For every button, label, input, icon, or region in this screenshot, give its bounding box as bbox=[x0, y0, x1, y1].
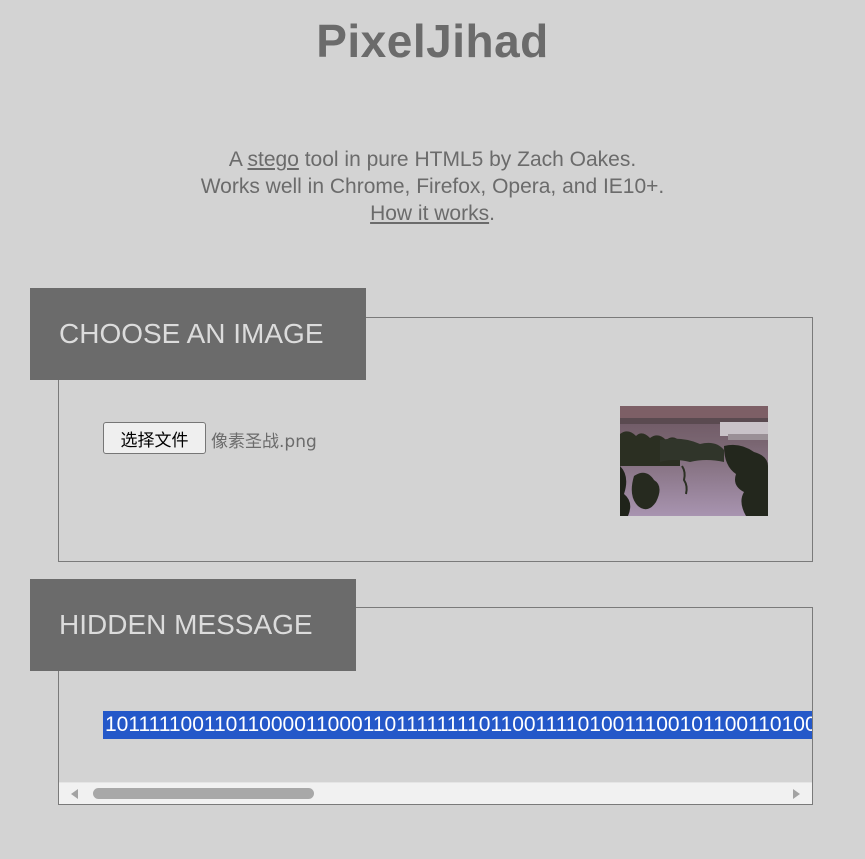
hidden-message-heading: HIDDEN MESSAGE bbox=[30, 579, 356, 671]
choose-image-heading-text: CHOOSE AN IMAGE bbox=[59, 318, 324, 349]
page: PixelJihad A stego tool in pure HTML5 by… bbox=[0, 0, 865, 859]
intro-line-1-suffix: tool in pure HTML5 by Zach Oakes. bbox=[298, 148, 637, 171]
hidden-message-text[interactable]: 1011111001101100001100011011111111011001… bbox=[103, 711, 812, 739]
intro-line-3: How it works. bbox=[0, 200, 865, 227]
intro-line-1: A stego tool in pure HTML5 by Zach Oakes… bbox=[0, 146, 865, 173]
choose-file-button[interactable]: 选择文件 bbox=[103, 422, 206, 454]
intro-line-3-suffix: . bbox=[489, 202, 495, 225]
intro-text: A stego tool in pure HTML5 by Zach Oakes… bbox=[0, 146, 865, 227]
image-preview-graphic bbox=[620, 406, 768, 516]
selected-file-name: 像素圣战.png bbox=[211, 432, 317, 452]
hidden-message-heading-text: HIDDEN MESSAGE bbox=[59, 609, 313, 640]
how-it-works-link[interactable]: How it works bbox=[370, 202, 489, 225]
stego-link[interactable]: stego bbox=[248, 148, 299, 171]
choose-image-heading: CHOOSE AN IMAGE bbox=[30, 288, 366, 380]
scroll-right-arrow-icon[interactable] bbox=[793, 789, 800, 799]
horizontal-scrollbar[interactable] bbox=[59, 782, 812, 804]
intro-line-2: Works well in Chrome, Firefox, Opera, an… bbox=[200, 175, 665, 198]
image-preview-thumbnail bbox=[620, 406, 768, 516]
hidden-message-viewport[interactable]: 1011111001101100001100011011111111011001… bbox=[59, 671, 812, 781]
intro-line-1-prefix: A bbox=[228, 148, 248, 171]
scroll-left-arrow-icon[interactable] bbox=[71, 789, 78, 799]
page-title: PixelJihad bbox=[316, 15, 549, 67]
scrollbar-thumb[interactable] bbox=[93, 788, 314, 799]
